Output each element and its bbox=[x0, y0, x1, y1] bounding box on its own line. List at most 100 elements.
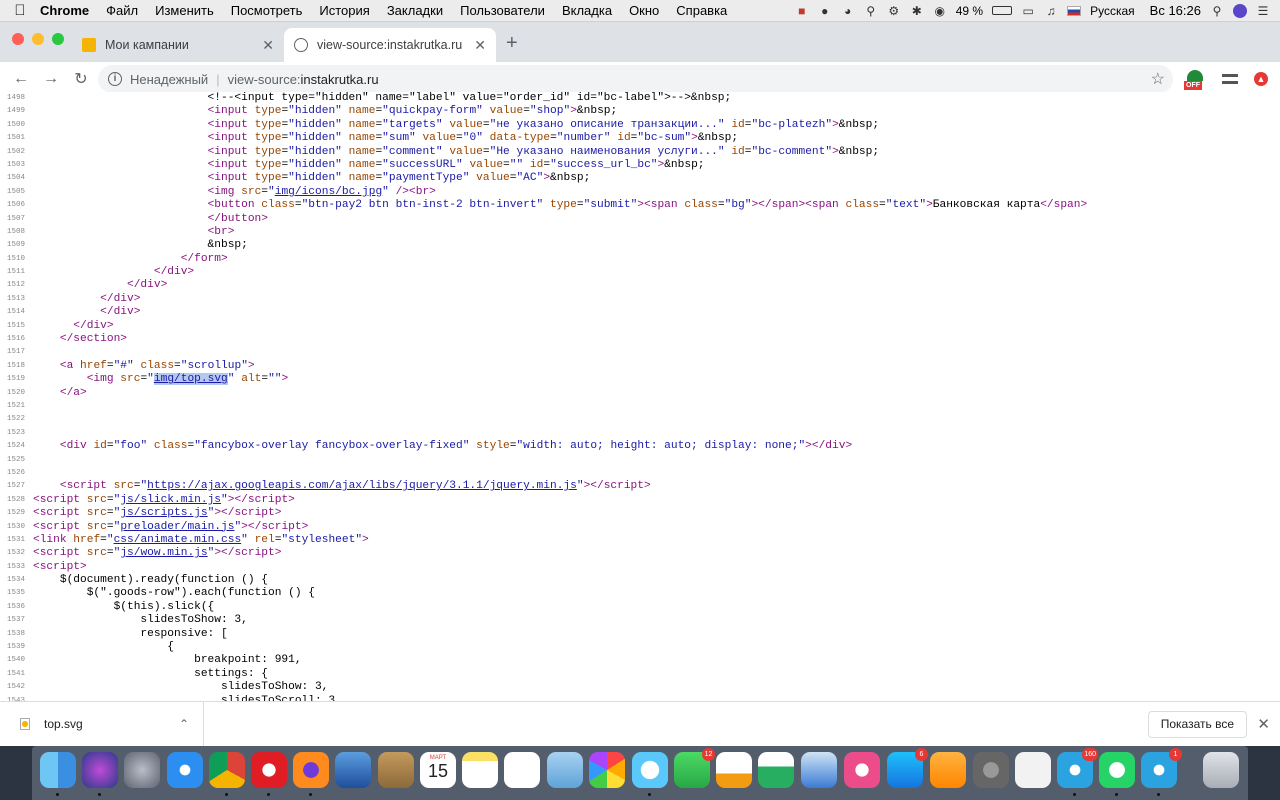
menu-file[interactable]: Файл bbox=[106, 3, 138, 18]
system-preferences-icon[interactable] bbox=[973, 752, 1009, 788]
clock[interactable]: Вс 16:26 bbox=[1150, 3, 1201, 18]
notes-icon[interactable] bbox=[462, 752, 498, 788]
pages-icon[interactable] bbox=[716, 752, 752, 788]
close-downloads-icon[interactable]: ✕ bbox=[1257, 715, 1270, 733]
numbers-icon[interactable] bbox=[758, 752, 794, 788]
menu-edit[interactable]: Изменить bbox=[155, 3, 214, 18]
source-link[interactable]: js/wow.min.js bbox=[120, 547, 207, 559]
keynote-icon[interactable] bbox=[801, 752, 837, 788]
menu-bookmarks[interactable]: Закладки bbox=[387, 3, 443, 18]
bookmark-star-icon[interactable]: ☆ bbox=[1151, 69, 1165, 89]
app-tray-icon[interactable]: ■ bbox=[795, 4, 809, 18]
whatsapp-icon[interactable] bbox=[1099, 752, 1135, 796]
battery-icon[interactable] bbox=[992, 6, 1013, 15]
maximize-window-button[interactable] bbox=[52, 33, 64, 45]
telegram-desktop-icon[interactable]: 1 bbox=[1141, 748, 1182, 796]
telegram-icon[interactable]: 160 bbox=[1057, 748, 1098, 796]
airplay-icon[interactable]: ▭ bbox=[1021, 4, 1035, 18]
source-line: 1499 <input type="hidden" name="quickpay… bbox=[0, 105, 1280, 118]
opera-icon[interactable] bbox=[251, 752, 287, 796]
line-number: 1517 bbox=[6, 348, 25, 357]
tab-view-source[interactable]: view-source:instakrutka.ru ✕ bbox=[284, 28, 496, 62]
spotlight-search-icon[interactable]: ⚲ bbox=[1210, 4, 1224, 18]
line-number: 1510 bbox=[6, 254, 25, 263]
chrome-icon[interactable] bbox=[209, 752, 245, 796]
address-bar[interactable]: i Ненадежный | view-source: instakrutka.r… bbox=[98, 65, 1173, 93]
books-icon[interactable] bbox=[930, 752, 966, 788]
menu-users[interactable]: Пользователи bbox=[460, 3, 545, 18]
tools-icon[interactable]: ⚙ bbox=[887, 4, 901, 18]
bluetooth-icon[interactable]: ✱ bbox=[910, 4, 924, 18]
line-code: slidesToShow: 3, bbox=[33, 681, 329, 694]
safari-icon[interactable] bbox=[167, 752, 203, 788]
source-link[interactable]: css/animate.min.css bbox=[114, 534, 242, 546]
launchpad-icon[interactable] bbox=[124, 752, 160, 788]
line-number: 1526 bbox=[6, 468, 25, 477]
contacts-icon[interactable] bbox=[378, 752, 414, 788]
back-arrow-icon[interactable]: ← bbox=[6, 70, 36, 88]
finder-icon[interactable] bbox=[40, 752, 76, 796]
photos-icon[interactable] bbox=[589, 752, 625, 788]
show-all-downloads-button[interactable]: Показать все bbox=[1147, 711, 1247, 738]
source-link[interactable]: img/icons/bc.jpg bbox=[275, 186, 382, 198]
siri-icon[interactable] bbox=[1233, 3, 1247, 18]
new-tab-icon[interactable]: + bbox=[506, 32, 518, 55]
messages-icon[interactable] bbox=[632, 752, 668, 796]
russian-flag-icon[interactable] bbox=[1067, 5, 1082, 16]
security-label[interactable]: Ненадежный bbox=[130, 72, 208, 87]
chevron-up-icon[interactable]: ⌃ bbox=[179, 717, 189, 731]
vpn-icon[interactable]: ◕ bbox=[841, 4, 855, 18]
wifi-icon[interactable]: ◉ bbox=[933, 4, 947, 18]
source-link[interactable]: https://ajax.googleapis.com/ajax/libs/jq… bbox=[147, 480, 577, 492]
close-tab-icon[interactable]: ✕ bbox=[474, 37, 486, 54]
minimize-window-button[interactable] bbox=[32, 33, 44, 45]
siri-icon[interactable] bbox=[82, 752, 118, 796]
itunes-icon[interactable] bbox=[844, 752, 880, 788]
source-link[interactable]: img/top.svg bbox=[153, 373, 228, 386]
close-window-button[interactable] bbox=[12, 33, 24, 45]
textedit-icon[interactable] bbox=[1015, 752, 1051, 788]
running-indicator bbox=[56, 793, 59, 796]
input-source-label[interactable]: Русская bbox=[1090, 4, 1135, 18]
menu-window[interactable]: Окно bbox=[629, 3, 659, 18]
info-icon[interactable]: i bbox=[108, 72, 122, 86]
xcode-icon[interactable] bbox=[335, 752, 371, 788]
source-link[interactable]: preloader/main.js bbox=[120, 521, 234, 533]
battery-percent[interactable]: 49 % bbox=[956, 4, 983, 18]
calendar-icon[interactable]: МАРТ 15 bbox=[420, 752, 456, 788]
volume-icon[interactable]: ♫ bbox=[1044, 4, 1058, 18]
menu-app-name[interactable]: Chrome bbox=[40, 3, 89, 18]
trash-icon[interactable] bbox=[1203, 752, 1239, 788]
source-line: 1530 <script src="preloader/main.js"></sc… bbox=[0, 521, 1280, 534]
tab-my-campaigns[interactable]: Мои кампании ✕ bbox=[72, 28, 284, 62]
menu-tab[interactable]: Вкладка bbox=[562, 3, 612, 18]
source-link[interactable]: js/scripts.js bbox=[120, 507, 207, 519]
antivirus-icon[interactable]: ● bbox=[818, 4, 832, 18]
source-line: 1521 bbox=[0, 400, 1280, 413]
appstore-icon[interactable]: 6 bbox=[887, 748, 928, 788]
menu-history[interactable]: История bbox=[319, 3, 369, 18]
firefox-icon[interactable] bbox=[293, 752, 329, 796]
reload-icon[interactable]: ↻ bbox=[66, 69, 96, 89]
notification-badge: 6 bbox=[915, 748, 928, 761]
reminders-icon[interactable] bbox=[504, 752, 540, 788]
notification-center-icon[interactable]: ☰ bbox=[1256, 4, 1270, 18]
line-code: settings: { bbox=[33, 667, 268, 680]
line-code: &nbsp; bbox=[33, 239, 248, 252]
extension-off-icon[interactable]: OFF bbox=[1184, 68, 1206, 90]
extension-red-icon[interactable]: ▲ bbox=[1254, 72, 1268, 86]
close-tab-icon[interactable]: ✕ bbox=[262, 37, 274, 54]
location-icon[interactable]: ⚲ bbox=[864, 4, 878, 18]
source-line: 1520 </a> bbox=[0, 387, 1280, 400]
forward-arrow-icon[interactable]: → bbox=[36, 70, 66, 88]
download-item[interactable]: top.svg ⌃ bbox=[0, 701, 204, 747]
tab-title: Мои кампании bbox=[105, 38, 189, 52]
menu-help[interactable]: Справка bbox=[676, 3, 727, 18]
facetime-icon[interactable]: 12 bbox=[674, 748, 715, 788]
source-link[interactable]: js/slick.min.js bbox=[120, 494, 221, 506]
apple-menu-icon[interactable]:  bbox=[0, 2, 40, 19]
extension-menu-icon[interactable] bbox=[1222, 74, 1238, 84]
download-filename[interactable]: top.svg bbox=[44, 717, 83, 731]
preview-icon[interactable] bbox=[547, 752, 583, 788]
menu-view[interactable]: Посмотреть bbox=[231, 3, 303, 18]
